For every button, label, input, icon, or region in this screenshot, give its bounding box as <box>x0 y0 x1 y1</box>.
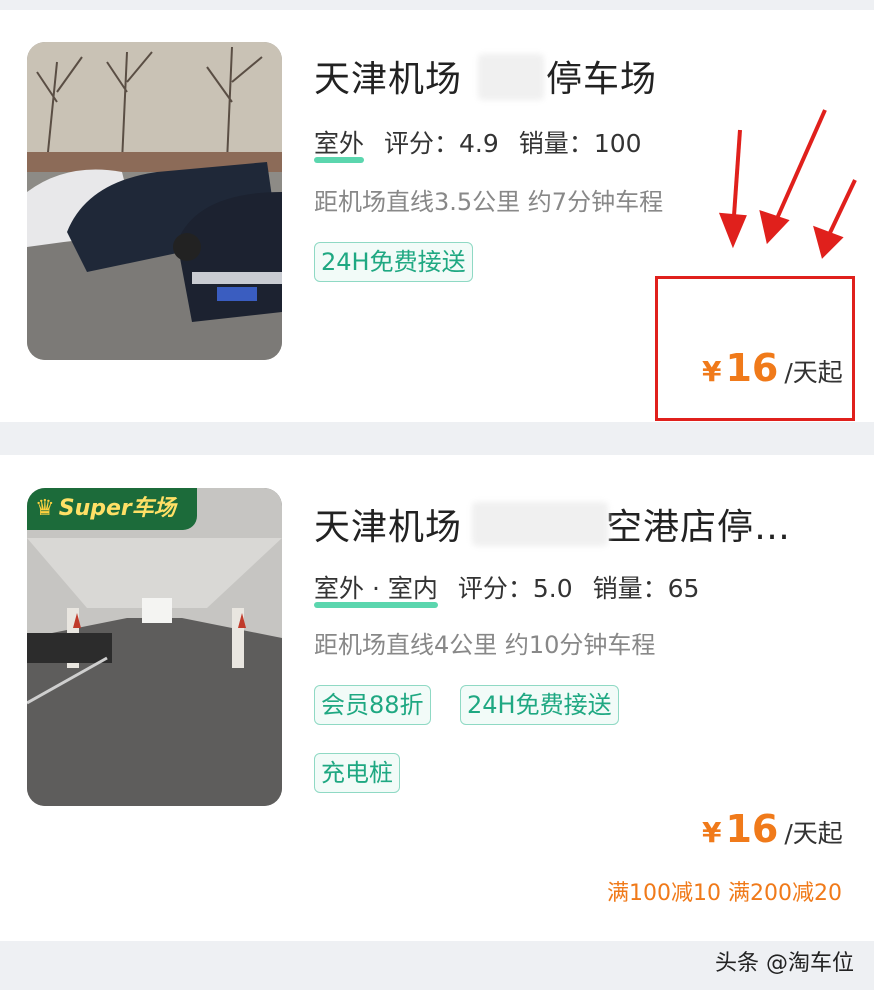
super-lot-badge: ♛ Super车场 <box>27 488 197 530</box>
parking-listing-card[interactable]: ♛ Super车场 天津机场 空港店停… 室外 · 室内 评分：5.0 销量：65 距机… <box>0 455 874 941</box>
redacted-text <box>472 502 608 546</box>
source-watermark: 头条 @淘车位 <box>715 951 854 976</box>
outdoor-type-tag: 室外 <box>314 124 365 163</box>
annotation-arrows <box>718 109 857 259</box>
service-tag: 24H免费接送 <box>460 685 619 725</box>
parking-lot-photo[interactable]: ♛ Super车场 <box>27 488 282 806</box>
price-label: ¥16/天起 <box>702 807 843 851</box>
promo-discount-text: 满100减10 满200减20 <box>607 881 842 906</box>
redacted-text <box>478 54 544 100</box>
distance-info: 距机场直线3.5公里 约7分钟车程 <box>314 188 664 216</box>
price-highlight-box <box>655 276 855 421</box>
parking-lot-photo[interactable] <box>27 42 282 360</box>
member-discount-tag: 会员88折 <box>314 685 431 725</box>
outdoor-indoor-type-tag: 室外 · 室内 <box>314 569 438 608</box>
crown-icon: ♛ <box>35 496 55 521</box>
parking-listing-card[interactable]: 天津机场 停车场 室外 评分：4.9 销量：100 距机场直线3.5公里 约7分钟车程… <box>0 10 874 422</box>
service-tag: 24H免费接送 <box>314 242 473 282</box>
listing-meta: 室外 · 室内 评分：5.0 销量：65 <box>314 569 699 608</box>
charging-pile-tag: 充电桩 <box>314 753 400 793</box>
listing-meta: 室外 评分：4.9 销量：100 <box>314 124 642 163</box>
distance-info: 距机场直线4公里 约10分钟车程 <box>314 631 656 659</box>
